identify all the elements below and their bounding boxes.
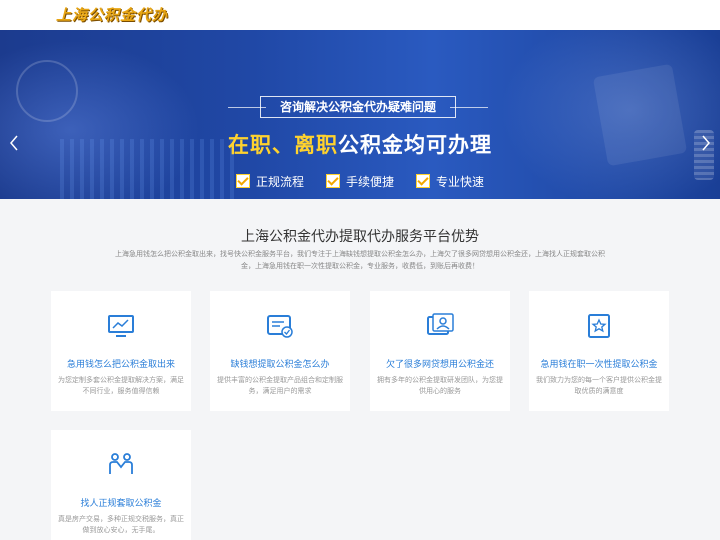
banner-subtitle: 咨询解决公积金代办疑难问题 <box>260 96 456 118</box>
headline-rest: 公积金均可办理 <box>338 133 492 157</box>
card-description: 我们致力为您的每一个客户提供公积金提取优质的满意度 <box>536 376 662 395</box>
banner-headline: 在职、离职公积金均可办理 <box>0 129 720 159</box>
divider <box>450 107 488 108</box>
check-icon <box>235 174 250 188</box>
handshake-icon <box>107 452 135 478</box>
feature-label: 手续便捷 <box>345 174 394 189</box>
card-title[interactable]: 找人正规套取公积金 <box>51 496 191 509</box>
hero-banner: 咨询解决公积金代办疑难问题 在职、离职公积金均可办理 正规流程 手续便捷 专业快… <box>0 30 720 199</box>
feature-item: 专业快速 <box>416 171 484 191</box>
check-icon <box>325 174 340 188</box>
headline-highlight: 在职、离职 <box>228 133 338 157</box>
card-title[interactable]: 缺钱想提取公积金怎么办 <box>210 357 350 370</box>
section-title: 上海公积金代办提取代办服务平台优势 <box>241 229 479 245</box>
check-icon <box>416 174 430 188</box>
banner-subtitle-box: 咨询解决公积金代办疑难问题 <box>228 96 488 118</box>
feature-label: 正规流程 <box>255 174 304 189</box>
section-description: 上海急用钱怎么把公积金取出来，找号快公积金服务平台，我们专注于上海缺钱想提取公积… <box>115 250 605 270</box>
top-bar: 上海公积金代办 <box>0 0 720 30</box>
service-card[interactable]: 欠了很多网贷想用公积金还 拥有多年的公积金提取研发团队，为您提供用心的服务 <box>370 291 510 411</box>
site-logo[interactable]: 上海公积金代办 <box>56 4 168 25</box>
card-title[interactable]: 欠了很多网贷想用公积金还 <box>370 357 510 370</box>
card-description: 提供丰富的公积金提取产品组合和定制服务，满足用户的需求 <box>217 376 343 395</box>
chart-icon <box>107 313 135 339</box>
feature-label: 专业快速 <box>436 174 485 189</box>
service-card[interactable]: 缺钱想提取公积金怎么办 提供丰富的公积金提取产品组合和定制服务，满足用户的需求 <box>210 291 350 411</box>
service-card[interactable]: 急用钱在职一次性提取公积金 我们致力为您的每一个客户提供公积金提取优质的满意度 <box>529 291 669 411</box>
card-description: 为您定制多套公积金提取解决方案，满足不同行业，服务值得信赖 <box>58 376 184 395</box>
banner-features: 正规流程 手续便捷 专业快速 <box>0 171 720 191</box>
feature-item: 正规流程 <box>235 171 304 191</box>
id-card-icon <box>426 313 454 339</box>
card-title[interactable]: 急用钱怎么把公积金取出来 <box>51 357 191 370</box>
card-check-icon <box>266 313 294 339</box>
star-badge-icon <box>585 313 613 339</box>
decorative-stamp <box>16 60 78 122</box>
card-description: 拥有多年的公积金提取研发团队，为您提供用心的服务 <box>377 376 503 395</box>
card-title[interactable]: 急用钱在职一次性提取公积金 <box>529 357 669 370</box>
service-card[interactable]: 找人正规套取公积金 真是房产交易，多种正规交税服务，真正做到放心安心，无手尾。 <box>51 430 191 540</box>
card-description: 真是房产交易，多种正规交税服务，真正做到放心安心，无手尾。 <box>58 515 184 534</box>
service-card[interactable]: 急用钱怎么把公积金取出来 为您定制多套公积金提取解决方案，满足不同行业，服务值得… <box>51 291 191 411</box>
feature-item: 手续便捷 <box>325 171 394 191</box>
